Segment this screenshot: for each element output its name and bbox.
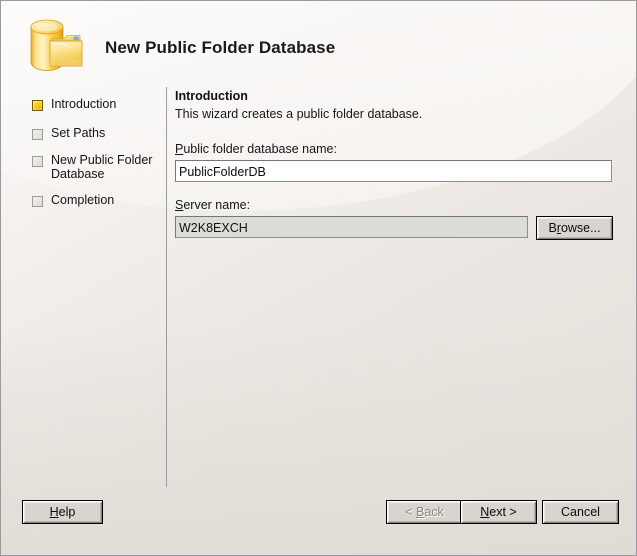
help-button-label-post: elp — [58, 505, 76, 519]
wizard-content-pane: Introduction This wizard creates a publi… — [175, 89, 625, 240]
next-button-label-post: ext > — [489, 505, 517, 519]
content-heading: Introduction — [175, 89, 248, 103]
sidebar-item-completion[interactable]: Completion — [32, 193, 162, 207]
wizard-window: New Public Folder Database Introduction … — [0, 0, 637, 556]
sidebar-item-introduction[interactable]: Introduction — [32, 97, 162, 111]
sidebar-item-label: Set Paths — [51, 126, 106, 140]
sidebar-divider — [166, 87, 167, 487]
page-title: New Public Folder Database — [105, 38, 336, 57]
browse-button[interactable]: Browse... — [536, 216, 613, 240]
next-button-mnemonic: N — [480, 505, 490, 519]
server-name-label: Server name: — [175, 198, 625, 212]
back-button[interactable]: < Back — [386, 500, 463, 524]
back-button-label-post: ack — [424, 505, 444, 519]
cancel-button-label-pre: Cancel — [561, 505, 600, 519]
database-name-label: Public folder database name: — [175, 142, 625, 156]
next-button[interactable]: Next > — [460, 500, 537, 524]
browse-button-label-post: owse... — [560, 221, 601, 235]
wizard-step-list: Introduction Set Paths New Public Folder… — [1, 89, 166, 486]
server-name-row: Browse... — [175, 216, 625, 240]
sidebar-item-new-public-folder-database[interactable]: New Public Folder Database — [32, 153, 162, 181]
wizard-header: New Public Folder Database — [1, 1, 636, 87]
cancel-button[interactable]: Cancel — [542, 500, 619, 524]
sidebar-item-label: Introduction — [51, 97, 117, 111]
back-button-label-pre: < — [405, 505, 416, 519]
sidebar-item-label: Completion — [51, 193, 115, 207]
database-name-label-text: ublic folder database name: — [183, 142, 337, 156]
server-name-label-text: erver name: — [183, 198, 251, 212]
wizard-footer: Help < Back Next > Cancel — [1, 489, 636, 555]
server-name-input[interactable] — [175, 216, 528, 238]
browse-button-label-pre: B — [548, 221, 557, 235]
nav-square-icon — [32, 100, 43, 111]
database-name-input[interactable] — [175, 160, 612, 182]
nav-square-icon — [32, 156, 43, 167]
sidebar-item-label: New Public Folder Database — [51, 153, 153, 181]
database-folder-icon — [25, 15, 91, 77]
sidebar-item-set-paths[interactable]: Set Paths — [32, 126, 162, 140]
nav-square-icon — [32, 196, 43, 207]
content-description: This wizard creates a public folder data… — [175, 107, 423, 121]
help-button[interactable]: Help — [22, 500, 103, 524]
nav-square-icon — [32, 129, 43, 140]
help-button-mnemonic: H — [49, 505, 59, 519]
